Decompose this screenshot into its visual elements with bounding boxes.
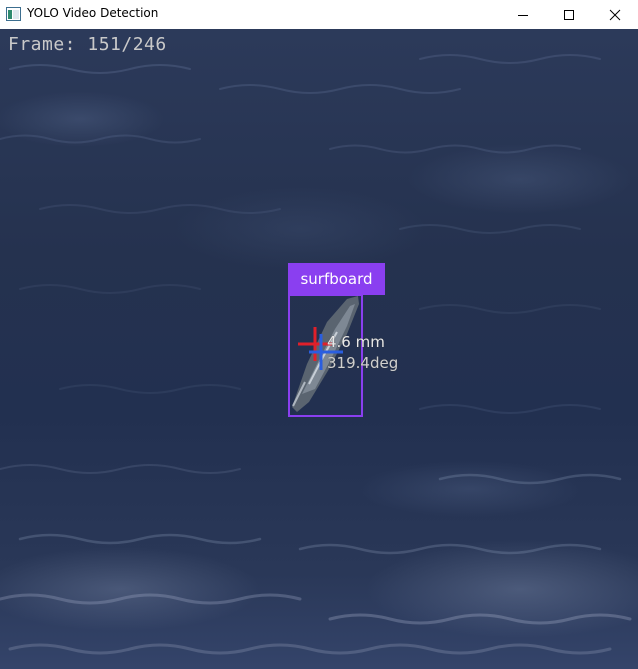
close-icon bbox=[609, 9, 621, 20]
minimize-button[interactable] bbox=[500, 0, 546, 29]
video-frame: Frame: 151/246 surfboard 4.6 mm 319.4deg bbox=[0, 29, 638, 669]
window-title: YOLO Video Detection bbox=[27, 6, 159, 20]
app-window: YOLO Video Detection Frame: 151/246 surf… bbox=[0, 0, 638, 669]
maximize-icon bbox=[564, 9, 574, 20]
close-button[interactable] bbox=[592, 0, 638, 29]
angle-readout: 319.4deg bbox=[327, 354, 399, 372]
detection-label: surfboard bbox=[288, 263, 385, 295]
frame-counter: Frame: 151/246 bbox=[8, 34, 167, 55]
distance-readout: 4.6 mm bbox=[327, 333, 385, 351]
title-bar[interactable]: YOLO Video Detection bbox=[0, 0, 638, 29]
minimize-icon bbox=[518, 14, 528, 16]
app-window-icon bbox=[6, 7, 21, 21]
maximize-button[interactable] bbox=[546, 0, 592, 29]
